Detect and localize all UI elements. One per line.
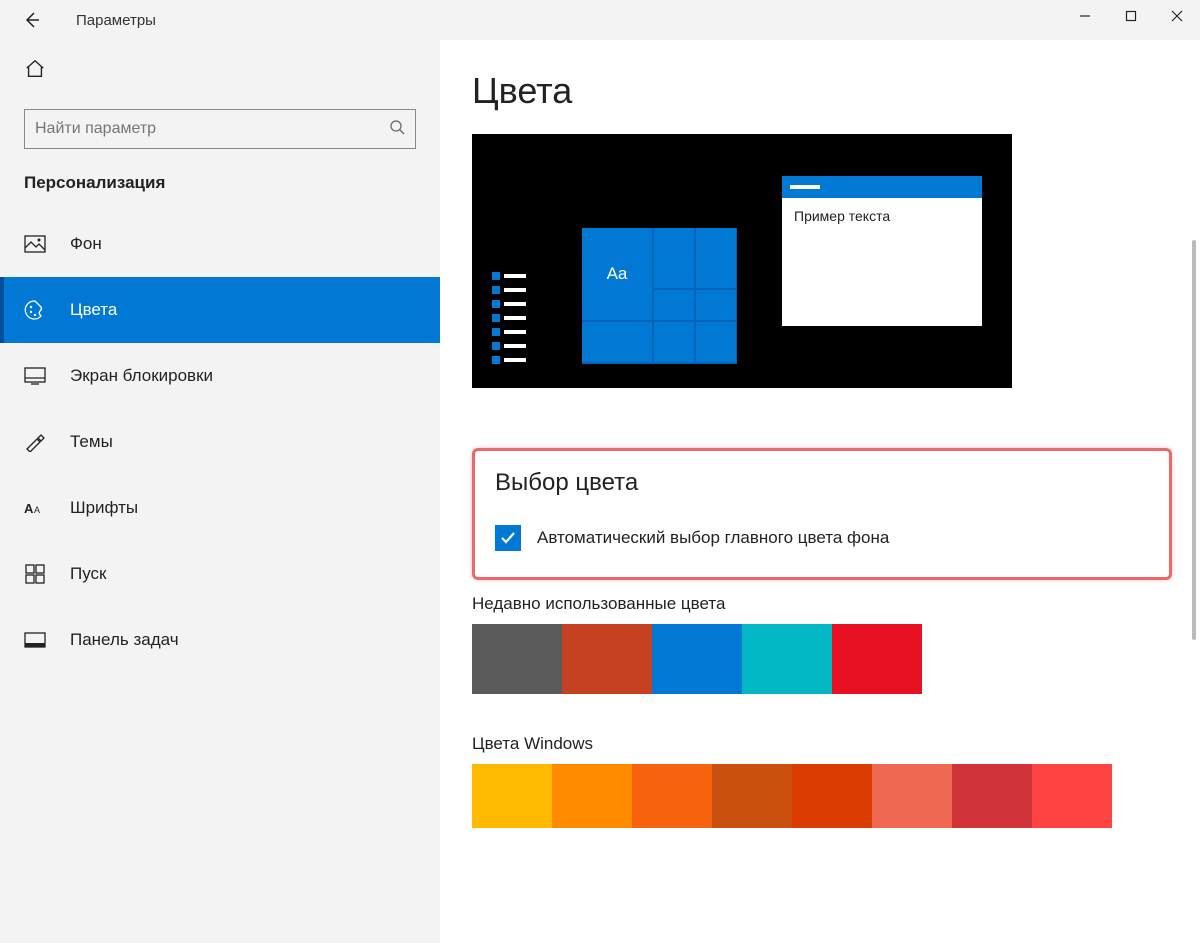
- search-input-container[interactable]: [24, 109, 416, 149]
- color-swatch[interactable]: [552, 764, 632, 828]
- color-swatch[interactable]: [472, 624, 562, 694]
- preview-tile: Aa: [582, 228, 652, 320]
- auto-color-label: Автоматический выбор главного цвета фона: [537, 528, 889, 548]
- nav-item-taskbar[interactable]: Панель задач: [0, 607, 440, 673]
- home-button[interactable]: [24, 58, 440, 85]
- color-swatch[interactable]: [792, 764, 872, 828]
- sidebar: Персонализация Фон Цвета Экран блокировк…: [0, 40, 440, 943]
- maximize-button[interactable]: [1108, 0, 1154, 32]
- back-button[interactable]: [12, 0, 52, 40]
- lock-screen-icon: [24, 365, 46, 387]
- nav-label: Экран блокировки: [70, 366, 213, 386]
- preview-sample-text: Пример текста: [782, 198, 982, 234]
- nav-item-start[interactable]: Пуск: [0, 541, 440, 607]
- start-icon: [24, 563, 46, 585]
- color-swatch[interactable]: [832, 624, 922, 694]
- fonts-icon: AA: [24, 497, 46, 519]
- nav-item-colors[interactable]: Цвета: [0, 277, 440, 343]
- nav-item-themes[interactable]: Темы: [0, 409, 440, 475]
- nav-label: Темы: [70, 432, 113, 452]
- color-swatch[interactable]: [562, 624, 652, 694]
- color-swatch[interactable]: [952, 764, 1032, 828]
- taskbar-icon: [24, 629, 46, 651]
- themes-icon: [24, 431, 46, 453]
- svg-text:A: A: [34, 505, 40, 515]
- page-title: Цвета: [472, 70, 1168, 112]
- color-swatch[interactable]: [1032, 764, 1112, 828]
- windows-colors-title: Цвета Windows: [472, 734, 1168, 754]
- scrollbar[interactable]: [1192, 240, 1196, 640]
- color-swatch[interactable]: [742, 624, 832, 694]
- color-preview: Aa Пример текста: [472, 134, 1012, 388]
- color-swatch[interactable]: [872, 764, 952, 828]
- nav-item-lockscreen[interactable]: Экран блокировки: [0, 343, 440, 409]
- color-swatch[interactable]: [712, 764, 792, 828]
- nav-item-fonts[interactable]: AA Шрифты: [0, 475, 440, 541]
- nav-label: Шрифты: [70, 498, 138, 518]
- color-swatch[interactable]: [652, 624, 742, 694]
- search-icon: [389, 119, 405, 140]
- auto-color-checkbox[interactable]: [495, 525, 521, 551]
- nav-label: Цвета: [70, 300, 117, 320]
- recent-colors-row: [472, 624, 1168, 694]
- minimize-button[interactable]: [1062, 0, 1108, 32]
- search-input[interactable]: [35, 120, 389, 138]
- preview-window: Пример текста: [782, 176, 982, 326]
- palette-icon: [24, 299, 46, 321]
- image-icon: [24, 233, 46, 255]
- close-button[interactable]: [1154, 0, 1200, 32]
- nav-label: Пуск: [70, 564, 106, 584]
- windows-colors-row: [472, 764, 1168, 828]
- color-swatch[interactable]: [472, 764, 552, 828]
- highlight-annotation: Выбор цвета Автоматический выбор главног…: [472, 448, 1172, 580]
- content-area: Цвета Aa Пример текста: [440, 40, 1200, 943]
- nav-label: Фон: [70, 234, 102, 254]
- category-title: Персонализация: [24, 173, 416, 193]
- section-title-choose-color: Выбор цвета: [495, 469, 1149, 497]
- color-swatch[interactable]: [632, 764, 712, 828]
- nav-label: Панель задач: [70, 630, 179, 650]
- preview-taskbar: [492, 272, 526, 364]
- recent-colors-title: Недавно использованные цвета: [472, 594, 1168, 614]
- svg-text:A: A: [24, 501, 34, 516]
- nav-item-background[interactable]: Фон: [0, 211, 440, 277]
- app-title: Параметры: [76, 12, 156, 29]
- preview-start-tiles: Aa: [582, 228, 737, 364]
